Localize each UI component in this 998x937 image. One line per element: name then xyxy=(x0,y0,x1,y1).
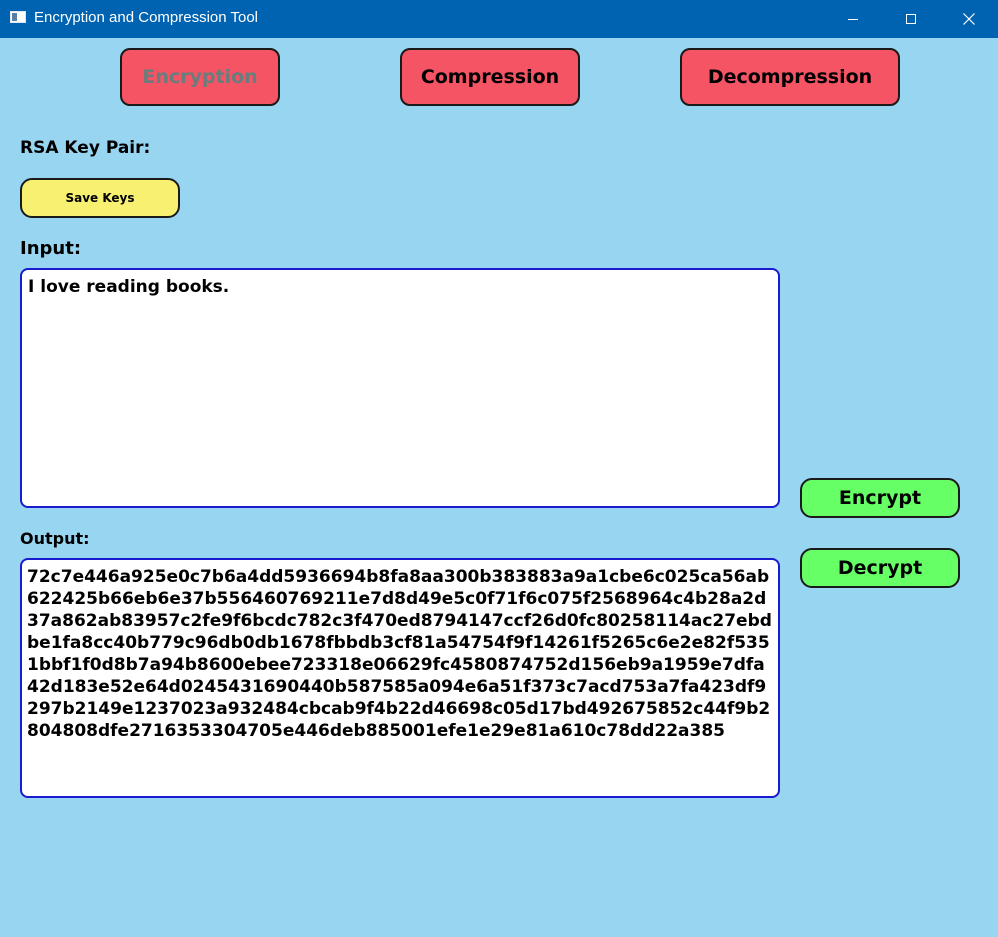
app-window-icon xyxy=(10,11,26,23)
rsa-key-pair-label: RSA Key Pair: xyxy=(20,138,151,158)
minimize-button[interactable] xyxy=(824,0,882,38)
title-bar: Encryption and Compression Tool xyxy=(0,0,998,38)
maximize-button[interactable] xyxy=(882,0,940,38)
encrypt-button[interactable]: Encrypt xyxy=(800,478,960,518)
decompression-tab-button[interactable]: Decompression xyxy=(680,48,900,106)
maximize-icon xyxy=(906,14,916,24)
output-label: Output: xyxy=(20,529,90,548)
window-title: Encryption and Compression Tool xyxy=(34,9,259,26)
close-button[interactable] xyxy=(940,0,998,38)
decrypt-button[interactable]: Decrypt xyxy=(800,548,960,588)
encryption-tab-button[interactable]: Encryption xyxy=(120,48,280,106)
input-label: Input: xyxy=(20,238,82,259)
compression-tab-button[interactable]: Compression xyxy=(400,48,580,106)
save-keys-button[interactable]: Save Keys xyxy=(20,178,180,218)
close-icon xyxy=(963,13,975,25)
input-textarea[interactable]: I love reading books. xyxy=(20,268,780,508)
minimize-icon xyxy=(848,18,858,20)
output-textarea[interactable]: 72c7e446a925e0c7b6a4dd5936694b8fa8aa300b… xyxy=(20,558,780,798)
